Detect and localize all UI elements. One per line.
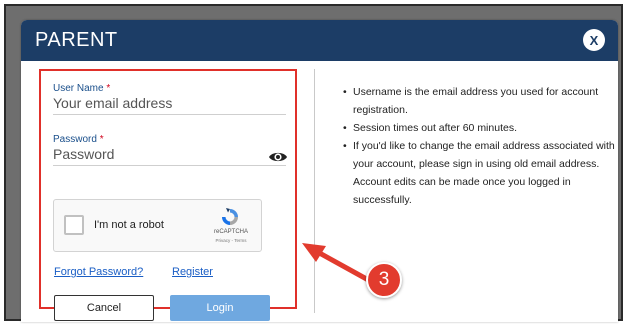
password-label: Password *: [53, 134, 104, 145]
password-field-group: Password *: [53, 134, 288, 166]
annotation-step-badge: 3: [366, 262, 402, 298]
panel-divider: [314, 69, 315, 313]
info-list: Username is the email address you used f…: [343, 83, 618, 209]
login-button[interactable]: Login: [170, 295, 270, 321]
info-item: Session times out after 60 minutes.: [343, 119, 618, 137]
dialog-header: PARENT X: [21, 20, 618, 61]
forgot-password-link[interactable]: Forgot Password?: [54, 266, 143, 278]
info-item: If you'd like to change the email addres…: [343, 137, 618, 209]
username-field-group: User Name *: [53, 83, 286, 115]
parent-login-dialog: PARENT X User Name * Password *: [21, 20, 618, 322]
login-form-highlight: User Name * Password * I'm not a robot: [39, 69, 297, 321]
eye-icon[interactable]: [268, 150, 288, 164]
register-link[interactable]: Register: [172, 266, 213, 278]
username-input[interactable]: [53, 95, 286, 115]
recaptcha-label: I'm not a robot: [94, 219, 164, 231]
info-item: Username is the email address you used f…: [343, 83, 618, 119]
recaptcha-widget: I'm not a robot reCAPTCHA Privacy - Term…: [53, 199, 262, 252]
recaptcha-checkbox[interactable]: [64, 215, 84, 235]
dialog-title: PARENT: [35, 29, 118, 51]
recaptcha-terms-link[interactable]: Privacy - Terms: [204, 238, 258, 243]
cancel-button[interactable]: Cancel: [54, 295, 154, 321]
close-button[interactable]: X: [583, 29, 605, 51]
close-icon: X: [589, 32, 599, 48]
recaptcha-brand: reCAPTCHA: [213, 229, 248, 235]
password-input[interactable]: [53, 146, 286, 166]
username-label: User Name *: [53, 83, 111, 94]
recaptcha-logo-icon: [222, 208, 238, 225]
